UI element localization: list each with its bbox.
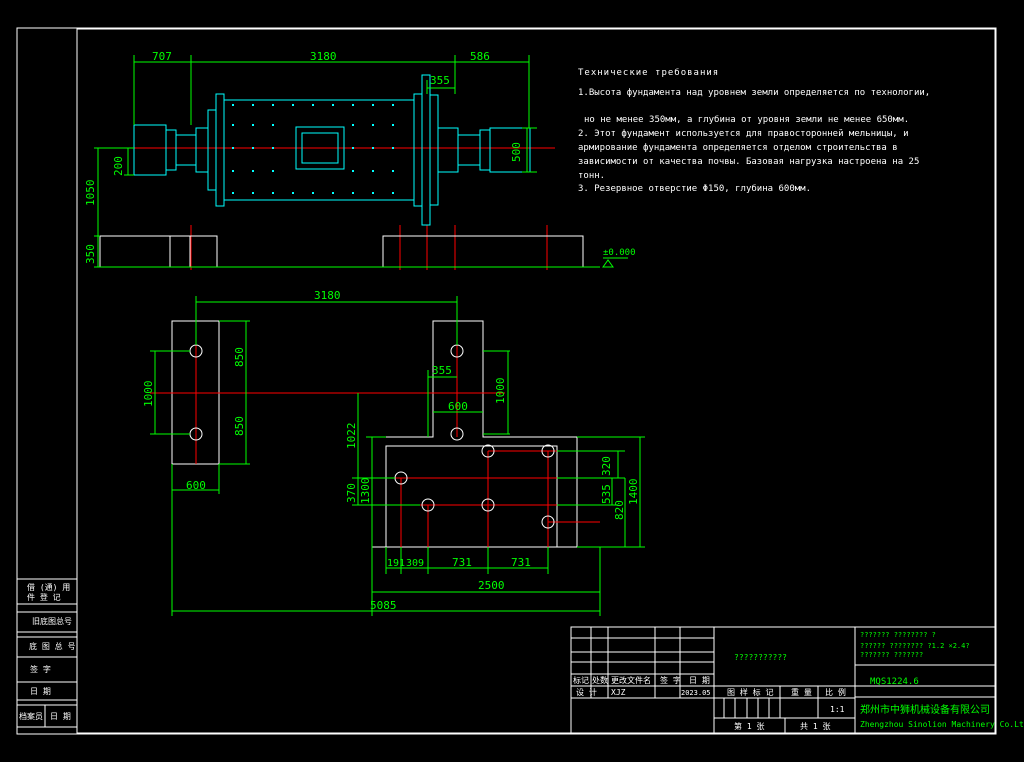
dim-1000-right: 1000 <box>494 378 507 405</box>
sheet-total: 共 1 张 <box>800 722 830 731</box>
stage-label: 图 样 标 记 <box>727 687 773 697</box>
notes-line: 3. Резервное отверстие Φ150, глубина 600… <box>578 183 811 194</box>
dim-850-top: 850 <box>233 347 246 367</box>
dim-731-a: 731 <box>452 556 472 569</box>
sidebar-label: 件 登 记 <box>27 592 61 602</box>
scale-value: 1:1 <box>830 705 845 714</box>
scale-label: 比 例 <box>825 687 846 697</box>
dim-320: 320 <box>600 456 613 476</box>
company-name-en: Zhengzhou Sinolion Machinery Co.Ltd <box>860 720 1024 729</box>
dim-535: 535 <box>600 484 613 504</box>
ground-level: ±0.000 <box>603 248 636 258</box>
dim-191: 191 <box>387 558 405 569</box>
dim-5085: 5085 <box>370 599 397 612</box>
dim-370: 370 <box>345 483 358 503</box>
notes-line: армирование фундамента определяется отде… <box>578 143 898 153</box>
dimensions-top <box>94 55 628 268</box>
cad-drawing: 借 (通) 用 件 登 记 旧底图总号 底 图 总 号 签 字 日 期 档案员 … <box>16 27 1024 735</box>
spec-line: ?????? ???????? ?1.2 ×2.4? <box>860 642 970 650</box>
header-mark: 标记 <box>573 675 589 685</box>
sidebar-label: 档案员 <box>19 711 43 721</box>
sidebar-label: 签 字 <box>30 664 51 674</box>
designer: XJZ <box>611 688 626 697</box>
spec-line: ??????? ???????? ? <box>860 631 936 639</box>
drawing-code: MQS1224.6 <box>870 677 919 687</box>
notes-line: зависимости от качества почвы. Базовая н… <box>578 157 919 167</box>
sidebar-label: 日 期 <box>30 687 51 696</box>
dim-1050: 1050 <box>84 180 97 207</box>
dim-850-bottom: 850 <box>233 416 246 436</box>
notes-title: Технические требования <box>578 67 719 78</box>
dim-309: 309 <box>406 558 424 569</box>
notes-line: но не менее 350мм, а глубина от уровня з… <box>584 114 909 125</box>
dim-355-plan: 355 <box>432 364 452 377</box>
design-label: 设 计 <box>576 687 597 697</box>
design-date: 2023.05 <box>681 689 711 697</box>
header-count: 处数 <box>592 675 608 685</box>
dim-350: 350 <box>84 244 97 264</box>
header-file: 更改文件名 <box>611 675 651 685</box>
dim-600-left: 600 <box>186 479 206 492</box>
dim-1022: 1022 <box>345 423 358 450</box>
dim-586: 586 <box>470 50 490 63</box>
sheet-number: 第 1 张 <box>734 721 764 731</box>
dim-731-b: 731 <box>511 556 531 569</box>
notes-line: 2. Этот фундамент используется для право… <box>578 129 909 139</box>
dim-1000-left: 1000 <box>142 381 155 408</box>
centerlines-top <box>100 147 555 270</box>
header-date: 日 期 <box>689 676 710 685</box>
dim-707: 707 <box>152 50 172 63</box>
dim-500: 500 <box>510 142 523 162</box>
centerlines-plan <box>150 321 600 547</box>
dim-2500: 2500 <box>478 579 505 592</box>
company-name-cn: 郑州市中狮机械设备有限公司 <box>860 703 990 716</box>
drawing-name: ??????????? <box>734 653 787 662</box>
notes-line: 1.Высота фундамента над уровнем земли оп… <box>578 88 930 98</box>
header-sign: 签 字 <box>660 675 681 685</box>
dim-1300: 1300 <box>359 478 372 505</box>
mill-bolt-pattern <box>232 104 394 194</box>
dim-3180: 3180 <box>310 50 337 63</box>
spec-line: ??????? ??????? <box>860 651 923 659</box>
notes-line: тонн. <box>578 171 605 181</box>
ball-mill <box>133 74 531 226</box>
foundation-elevation <box>99 235 600 268</box>
sidebar-label: 底 图 总 号 <box>29 641 75 651</box>
dim-1400: 1400 <box>627 479 640 506</box>
dim-200: 200 <box>112 156 125 176</box>
weight-label: 重 量 <box>791 687 812 697</box>
sidebar-label: 借 (通) 用 <box>27 582 70 592</box>
dim-355: 355 <box>430 74 450 87</box>
dim-600-right: 600 <box>448 400 468 413</box>
dim-820: 820 <box>613 500 626 520</box>
sidebar-label: 日 期 <box>50 712 71 721</box>
sidebar-label: 旧底图总号 <box>32 616 72 626</box>
dim-3180-plan: 3180 <box>314 289 341 302</box>
